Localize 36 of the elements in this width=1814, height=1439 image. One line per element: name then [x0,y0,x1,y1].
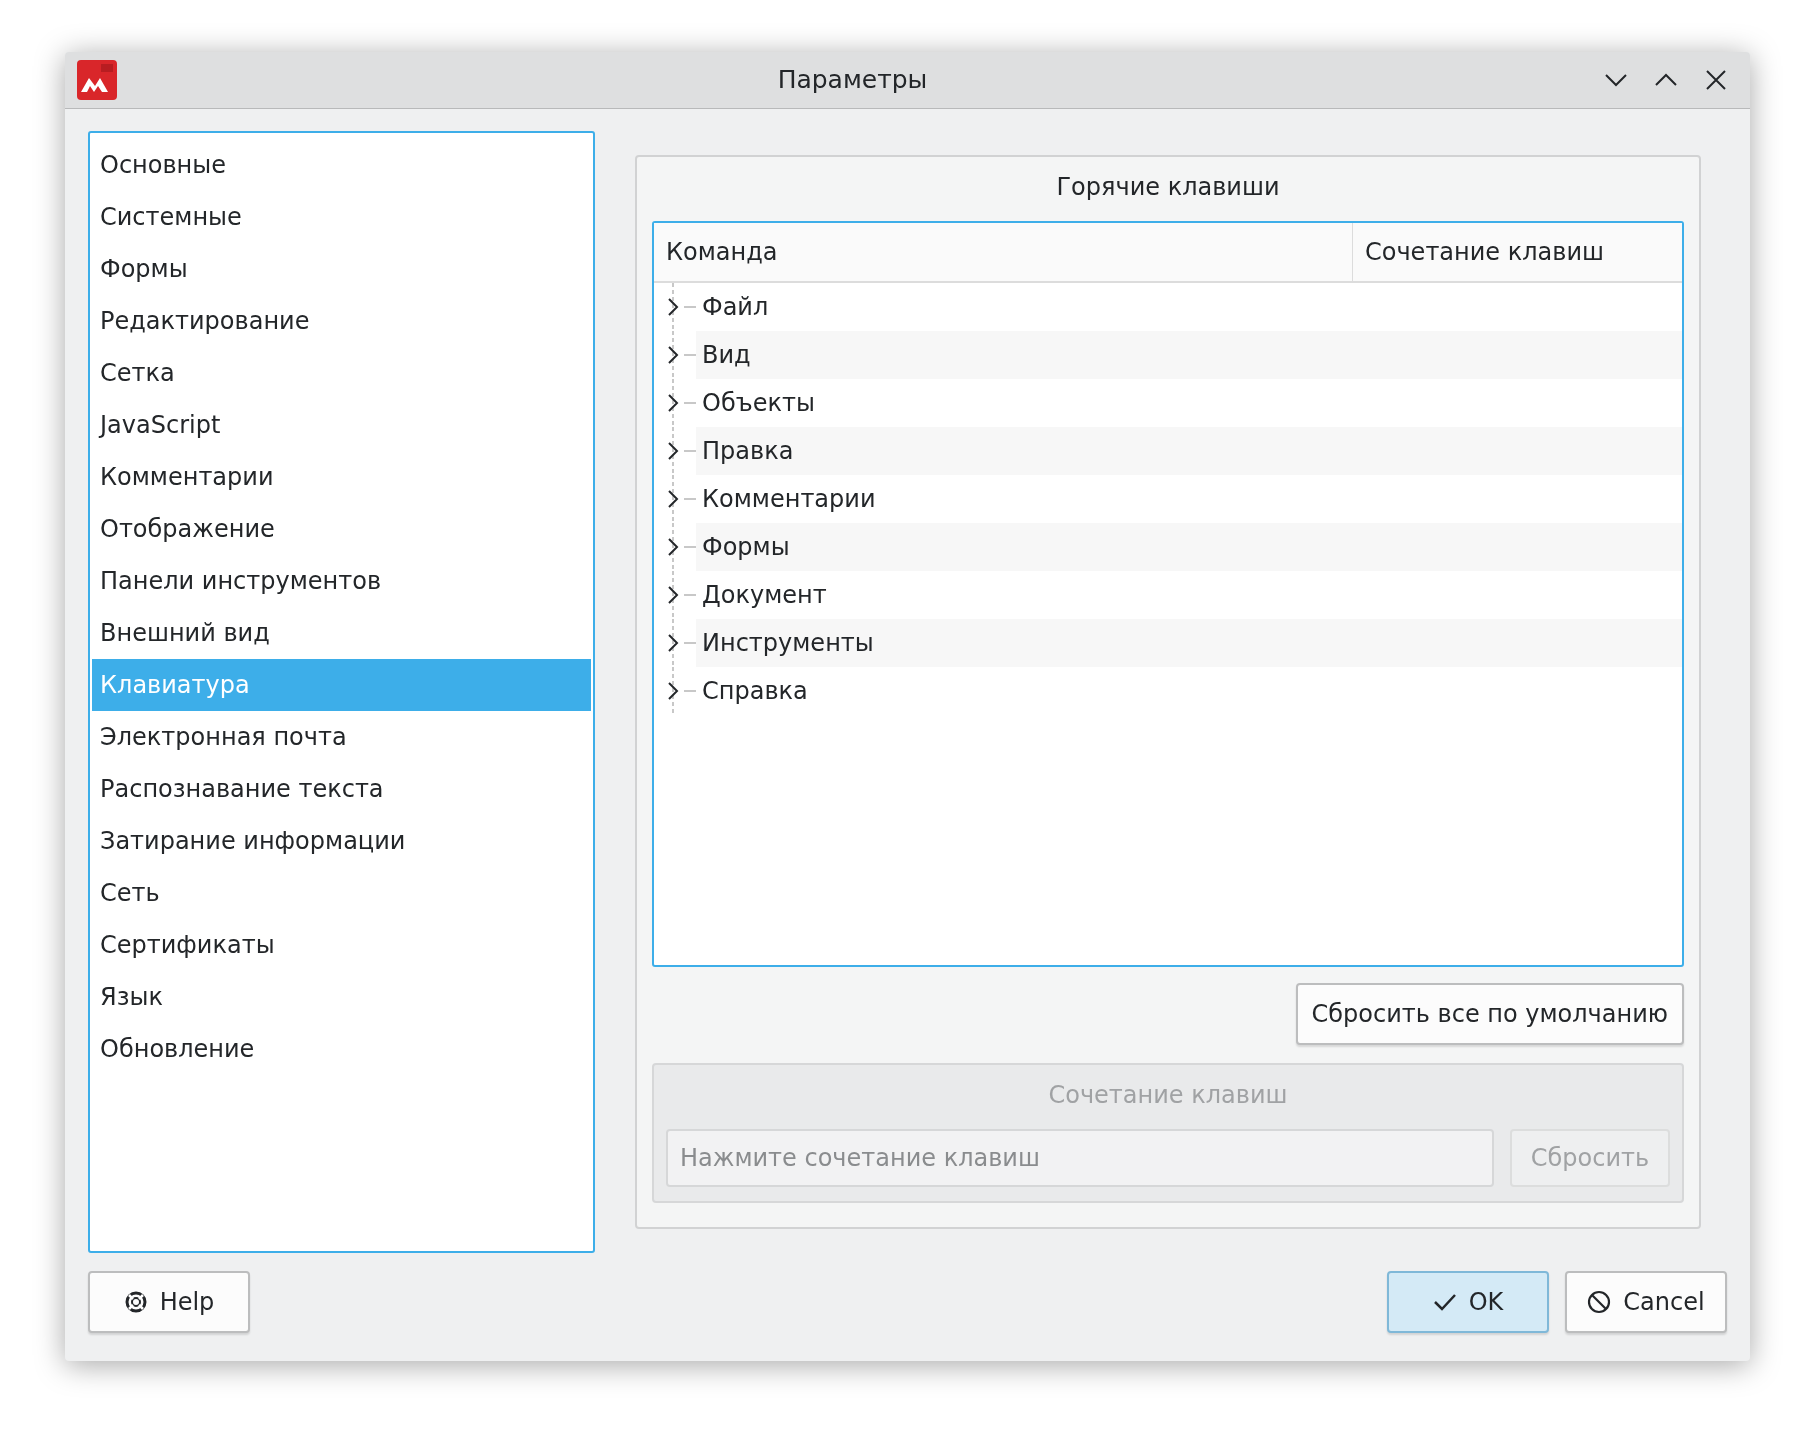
tree-item[interactable]: Правка [696,426,1682,475]
tree-item[interactable]: Вид [696,330,1682,379]
category-item[interactable]: Распознавание текста [92,762,591,815]
tree-item[interactable]: Формы [696,522,1682,571]
category-item[interactable]: Системные [92,190,591,243]
column-header[interactable]: Команда [654,222,1353,281]
app-logo-icon [77,59,117,100]
help-button[interactable]: Help [88,1270,250,1333]
category-item[interactable]: Обновление [92,1022,591,1075]
lifebuoy-icon [123,1289,148,1314]
category-item[interactable]: Отображение [92,502,591,555]
chevron-up-icon [1655,72,1677,87]
category-item[interactable]: Панели инструментов [92,554,591,607]
window-title: Параметры [776,65,929,95]
ok-button[interactable]: OK [1387,1270,1549,1333]
group-title: Горячие клавиши [1055,171,1281,203]
category-item[interactable]: Язык [92,970,591,1023]
chevron-down-icon [1605,72,1627,87]
category-item[interactable]: JavaScript [92,398,591,451]
cancel-button[interactable]: Cancel [1565,1270,1727,1333]
cancel-icon [1587,1289,1612,1314]
category-item[interactable]: Внешний вид [92,606,591,659]
group-title: Сочетание клавиш [1047,1079,1289,1111]
category-item[interactable]: Комментарии [92,450,591,503]
category-item[interactable]: Затирание информации [92,814,591,867]
category-item[interactable]: Сертификаты [92,918,591,971]
category-item[interactable]: Электронная почта [92,710,591,763]
category-item[interactable]: Основные [92,138,591,191]
tree-item[interactable]: Инструменты [696,618,1682,667]
category-item[interactable]: Сеть [92,866,591,919]
category-item[interactable]: Формы [92,242,591,295]
close-icon [1706,69,1726,90]
reset-all-button[interactable]: Сбросить все по умолчанию [1295,982,1684,1045]
category-item[interactable]: Редактирование [92,294,591,347]
column-header[interactable]: Сочетание клавиш [1353,222,1682,281]
category-item[interactable]: Сетка [92,346,591,399]
